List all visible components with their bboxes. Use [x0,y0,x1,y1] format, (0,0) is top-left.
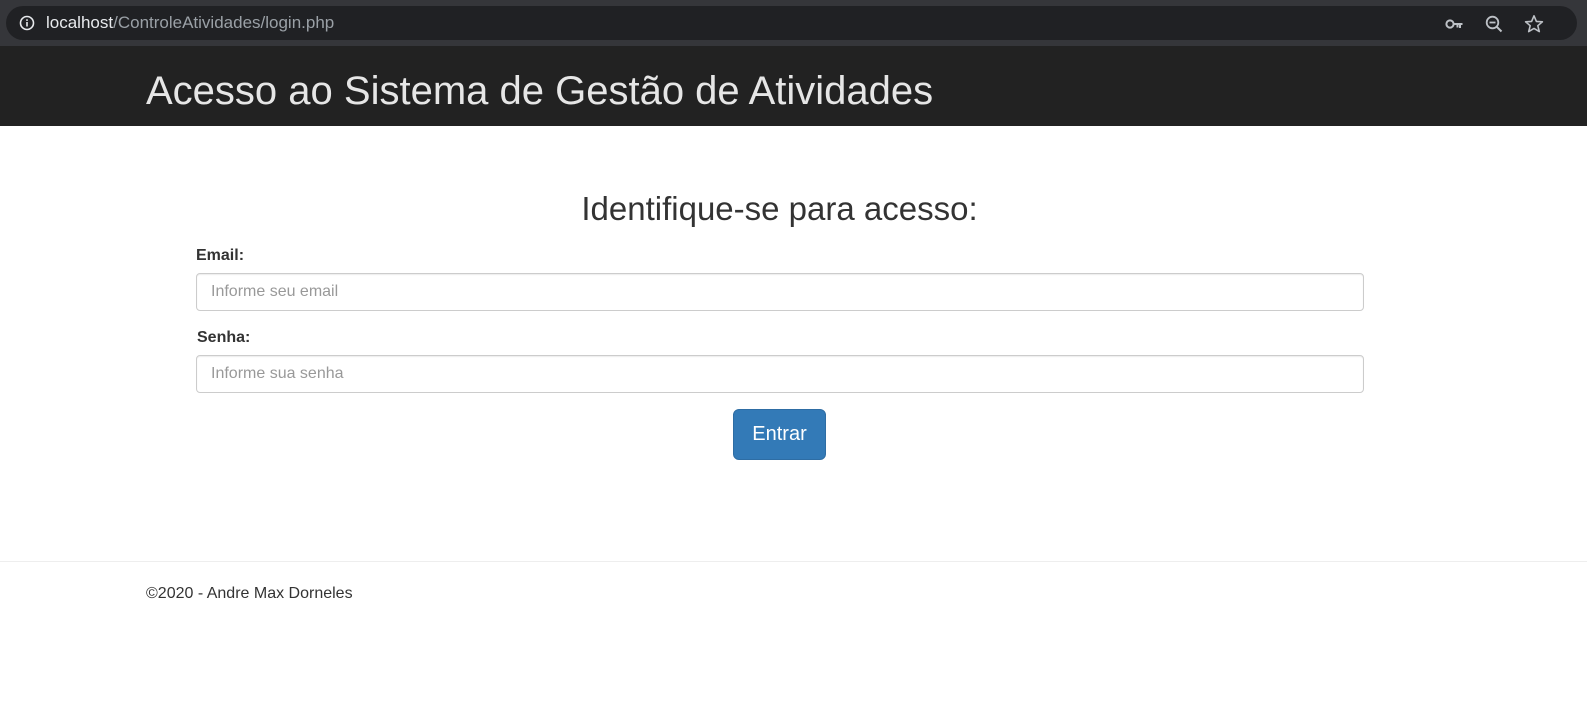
url-host: localhost [46,13,114,32]
password-field[interactable] [196,355,1364,393]
url-text[interactable]: localhost/ControleAtividades/login.php [46,13,334,33]
form-heading: Identifique-se para acesso: [581,190,978,227]
email-field[interactable] [196,273,1364,311]
footer-copyright: ©2020 - Andre Max Dorneles [146,585,353,602]
site-header: Acesso ao Sistema de Gestão de Atividade… [0,46,1587,126]
login-button[interactable]: Entrar [733,409,826,460]
browser-toolbar: localhost/ControleAtividades/login.php [0,0,1587,46]
footer-divider [0,561,1587,562]
address-bar[interactable]: localhost/ControleAtividades/login.php [6,6,1577,40]
star-icon[interactable] [1524,14,1544,34]
key-icon[interactable] [1444,14,1464,34]
email-label: Email: [196,247,245,264]
page-title: Acesso ao Sistema de Gestão de Atividade… [146,69,934,113]
password-label: Senha: [197,329,251,346]
url-path: /ControleAtividades/login.php [113,13,335,32]
info-icon[interactable] [19,15,35,31]
zoom-out-icon[interactable] [1484,14,1504,34]
